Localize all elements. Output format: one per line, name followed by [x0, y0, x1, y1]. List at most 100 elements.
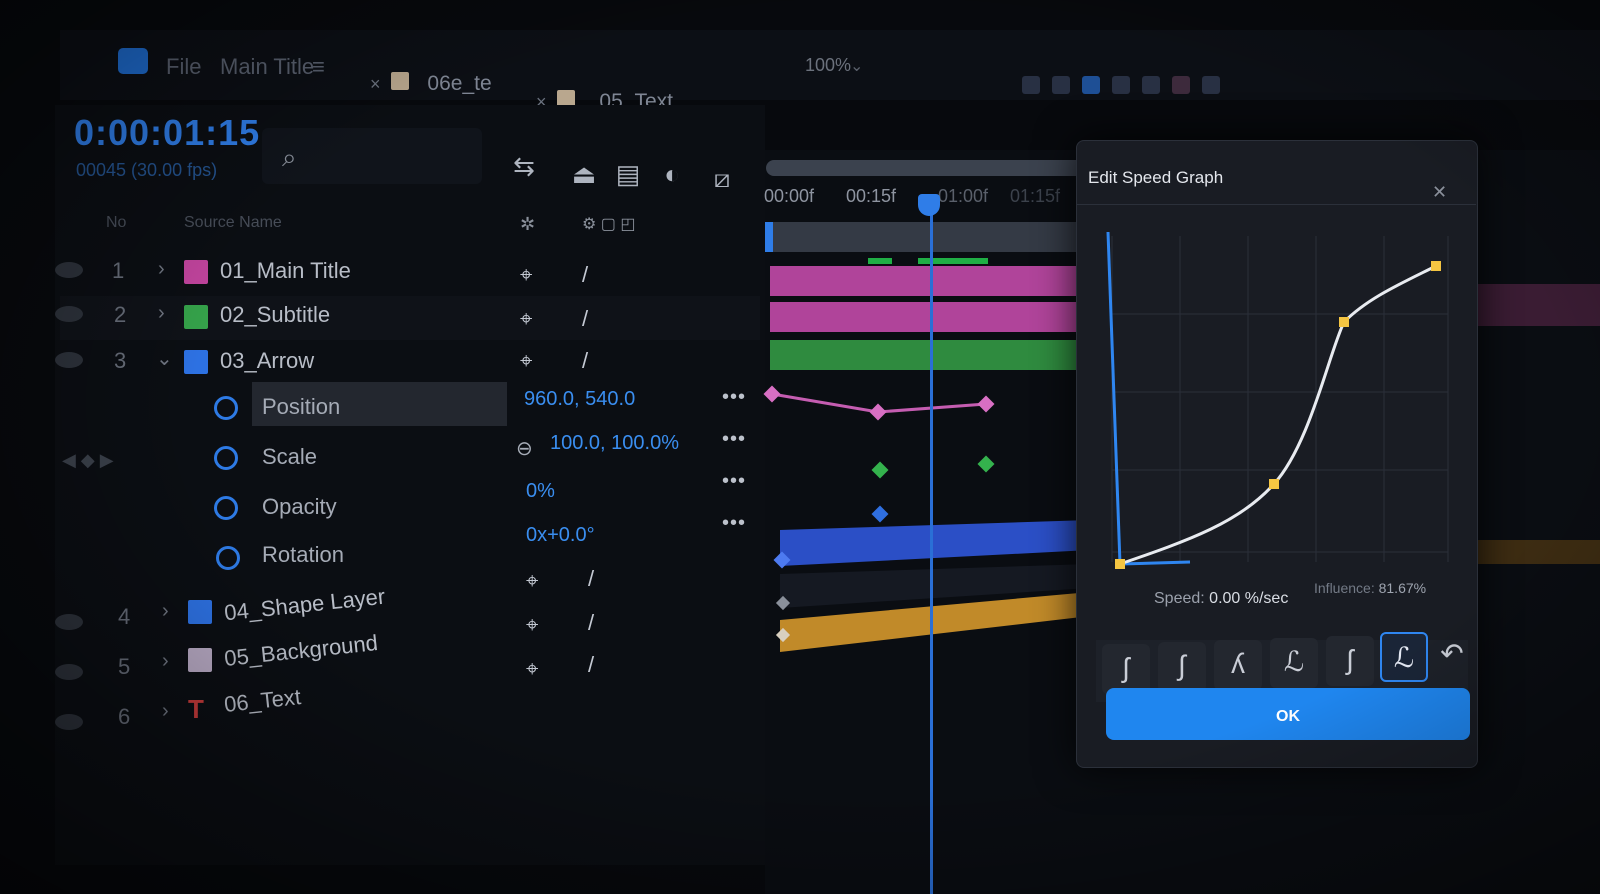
layer-color-label[interactable] — [188, 648, 212, 672]
position-value[interactable]: 960.0, 540.0 — [524, 388, 635, 411]
property-scale[interactable]: Scale — [262, 444, 317, 470]
collapse-icon[interactable]: ⌖ — [520, 306, 532, 332]
eye-icon[interactable] — [55, 614, 83, 630]
menu-file[interactable]: File — [166, 54, 201, 80]
keyframe-icon[interactable] — [871, 461, 889, 479]
work-area-start[interactable] — [765, 222, 773, 252]
property-opacity[interactable]: Opacity — [262, 494, 337, 520]
toolbar-icon[interactable] — [1172, 76, 1190, 94]
stopwatch-icon[interactable] — [214, 496, 238, 520]
toolbar-icon[interactable] — [1202, 76, 1220, 94]
more-icon[interactable]: ••• — [722, 428, 746, 451]
keyframe-icon[interactable] — [977, 395, 995, 413]
layer-row[interactable] — [60, 252, 760, 296]
ease-preset-button[interactable]: ʎ — [1214, 640, 1262, 690]
playhead-line[interactable] — [930, 196, 933, 894]
graph-editor-icon[interactable]: ⧄ — [706, 162, 738, 194]
layer-name[interactable]: 02_Subtitle — [220, 302, 330, 328]
speed-curve[interactable] — [1119, 264, 1437, 566]
collapse-icon[interactable]: ⌖ — [526, 612, 538, 638]
curve-keyframe[interactable] — [1431, 261, 1441, 271]
layer-color-label[interactable] — [184, 305, 208, 329]
layer-color-label[interactable] — [188, 600, 212, 624]
current-timecode[interactable]: 0:00:01:15 — [74, 112, 260, 154]
quality-icon[interactable]: / — [582, 262, 588, 288]
eye-icon[interactable] — [55, 352, 83, 368]
keyframe-area[interactable] — [760, 380, 1090, 680]
layer-color-label[interactable] — [184, 260, 208, 284]
speed-graph[interactable] — [1100, 222, 1452, 572]
stopwatch-icon[interactable] — [216, 546, 240, 570]
quality-icon[interactable]: / — [582, 348, 588, 374]
curve-keyframe[interactable] — [1269, 479, 1279, 489]
more-icon[interactable]: ••• — [722, 512, 746, 535]
stopwatch-icon[interactable] — [214, 396, 238, 420]
chevron-right-icon[interactable]: › — [162, 650, 169, 673]
chevron-down-icon[interactable]: ⌄ — [850, 56, 863, 76]
playhead-handle[interactable] — [918, 194, 940, 216]
ease-preset-button[interactable]: ∫ — [1158, 642, 1206, 692]
chevron-right-icon[interactable]: › — [162, 700, 169, 723]
keyframe-icon[interactable] — [871, 505, 889, 523]
graph-flow-icon[interactable]: ⇆ — [508, 150, 540, 182]
keyframe-icon[interactable] — [977, 455, 995, 473]
keyframe-navigator-icon[interactable]: ◀ ◆ ▶ — [62, 450, 114, 471]
quality-icon[interactable]: / — [588, 610, 594, 636]
toolbar-icon[interactable] — [1142, 76, 1160, 94]
curve-keyframe[interactable] — [1339, 317, 1349, 327]
time-navigator[interactable] — [766, 160, 1086, 176]
chevron-right-icon[interactable]: › — [158, 302, 165, 325]
solo-icon[interactable]: ✲ — [520, 214, 535, 235]
collapse-icon[interactable]: ⌖ — [526, 568, 538, 594]
keyframe-icon[interactable] — [869, 403, 887, 421]
toolbar-icon[interactable] — [1112, 76, 1130, 94]
layer-color-label[interactable] — [184, 350, 208, 374]
layer-name[interactable]: 01_Main Title — [220, 258, 351, 284]
zoom-level[interactable]: 100% — [805, 55, 851, 76]
eye-icon[interactable] — [55, 262, 83, 278]
chevron-right-icon[interactable]: › — [158, 258, 165, 281]
motion-blur-icon[interactable]: ◐ — [656, 158, 688, 190]
chevron-right-icon[interactable]: › — [162, 600, 169, 623]
close-icon[interactable]: ✕ — [1432, 182, 1447, 203]
toolbar-icon[interactable] — [1082, 76, 1100, 94]
switches-icon[interactable]: ⚙ ▢ ◰ — [582, 214, 635, 234]
curve-keyframe[interactable] — [1115, 559, 1125, 569]
toolbar-icon[interactable] — [1052, 76, 1070, 94]
opacity-value[interactable]: 0% — [526, 480, 555, 503]
panel-menu-icon[interactable]: ≡ — [312, 54, 325, 80]
constrain-proportions-icon[interactable]: ⊖ — [516, 436, 533, 461]
eye-icon[interactable] — [55, 714, 83, 730]
quality-icon[interactable]: / — [588, 652, 594, 678]
collapse-icon[interactable]: ⌖ — [520, 348, 532, 374]
layer-bar-shape[interactable] — [780, 520, 1090, 566]
influence-handle[interactable] — [1119, 560, 1191, 566]
stopwatch-icon[interactable] — [214, 446, 238, 470]
quality-icon[interactable]: / — [588, 566, 594, 592]
quality-icon[interactable]: / — [582, 306, 588, 332]
layer-name[interactable]: 03_Arrow — [220, 348, 314, 374]
eye-icon[interactable] — [55, 664, 83, 680]
scale-value[interactable]: 100.0, 100.0% — [550, 432, 679, 455]
chevron-down-icon[interactable]: ⌄ — [156, 346, 173, 371]
toolbar-icon[interactable] — [1022, 76, 1040, 94]
shy-layers-icon[interactable]: ⏏ — [568, 158, 600, 190]
ok-button[interactable]: OK — [1106, 688, 1470, 740]
more-icon[interactable]: ••• — [722, 386, 746, 409]
collapse-icon[interactable]: ⌖ — [520, 262, 532, 288]
collapse-icon[interactable]: ⌖ — [526, 656, 538, 682]
rotation-value[interactable]: 0x+0.0° — [526, 524, 595, 547]
ease-preset-button[interactable]: ʃ — [1326, 636, 1374, 686]
menu-main-title[interactable]: Main Title — [220, 54, 314, 80]
eye-icon[interactable] — [55, 306, 83, 322]
ease-preset-button[interactable]: ℒ — [1270, 638, 1318, 688]
ease-preset-button[interactable]: ʃ — [1102, 644, 1150, 694]
undo-icon[interactable]: ↶ — [1428, 630, 1476, 680]
frame-blending-icon[interactable]: ▤ — [612, 158, 644, 190]
property-position[interactable]: Position — [262, 394, 340, 420]
close-icon[interactable]: × — [370, 74, 381, 94]
property-rotation[interactable]: Rotation — [262, 542, 344, 568]
ease-preset-button-active[interactable]: ℒ — [1380, 632, 1428, 682]
more-icon[interactable]: ••• — [722, 470, 746, 493]
keyframe-icon[interactable] — [763, 385, 781, 403]
